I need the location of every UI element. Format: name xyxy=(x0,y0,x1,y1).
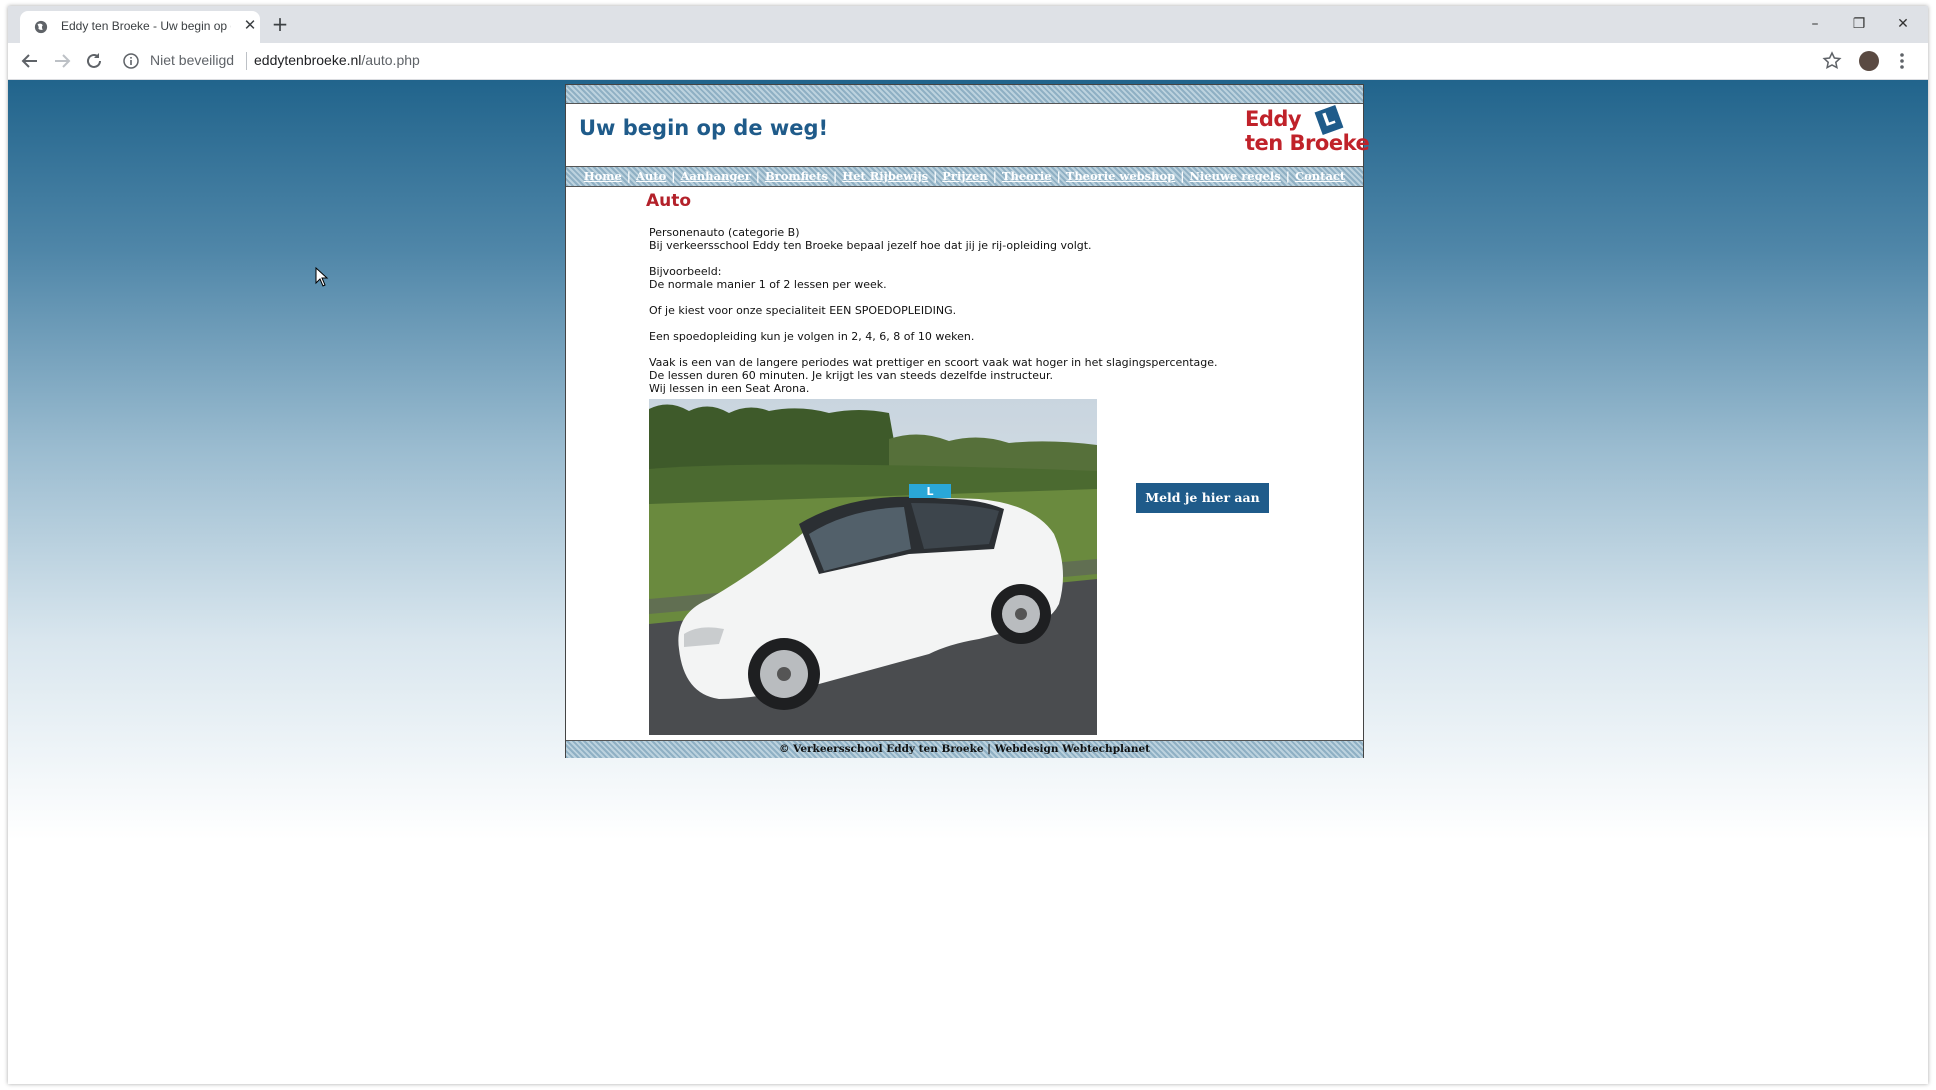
profile-avatar[interactable] xyxy=(1859,51,1879,71)
new-tab-button[interactable]: + xyxy=(270,14,290,35)
nav-separator: | xyxy=(833,169,838,183)
content-line: Personenauto (categorie B) xyxy=(649,226,800,239)
address-bar[interactable]: eddytenbroeke.nl/auto.php xyxy=(254,52,420,68)
nav-link-contact[interactable]: Contact xyxy=(1295,169,1345,183)
car-photo: L xyxy=(649,399,1097,735)
nav-link-home[interactable]: Home xyxy=(584,169,622,183)
content-line: Vaak is een van de langere periodes wat … xyxy=(649,356,1218,369)
nav-separator: | xyxy=(1056,169,1061,183)
content-line: De normale manier 1 of 2 lessen per week… xyxy=(649,278,887,291)
nav-link-auto[interactable]: Auto xyxy=(636,169,666,183)
url-host: eddytenbroeke.nl xyxy=(254,52,362,68)
nav-separator: | xyxy=(933,169,938,183)
back-icon[interactable] xyxy=(18,49,42,73)
security-label[interactable]: Niet beveiligd xyxy=(150,52,234,68)
content-line: Of je kiest voor onze specialiteit EEN S… xyxy=(649,304,957,317)
content-line: De lessen duren 60 minuten. Je krijgt le… xyxy=(649,369,1053,382)
site-logo[interactable]: Eddy L ten Broeke xyxy=(1245,104,1370,157)
page-viewport: Uw begin op de weg! Eddy L ten Broeke Ho… xyxy=(8,80,1928,1084)
svg-text:L: L xyxy=(926,485,933,498)
signup-button[interactable]: Meld je hier aan xyxy=(1136,483,1269,513)
content-line: Wij lessen in een Seat Arona. xyxy=(649,382,810,395)
page-content: Personenauto (categorie B) Bij verkeerssc… xyxy=(649,226,1289,408)
info-icon[interactable] xyxy=(122,52,140,70)
content-paragraph: Personenauto (categorie B) Bij verkeerssc… xyxy=(649,226,1289,252)
nav-separator: | xyxy=(671,169,676,183)
close-tab-icon[interactable]: ✕ xyxy=(242,17,258,33)
nav-separator: | xyxy=(1180,169,1185,183)
browser-toolbar: Niet beveiligd eddytenbroeke.nl/auto.php xyxy=(8,43,1928,80)
url-separator xyxy=(246,52,247,70)
content-paragraph: Vaak is een van de langere periodes wat … xyxy=(649,356,1289,395)
restore-icon[interactable]: ❐ xyxy=(1844,12,1874,36)
page-title: Auto xyxy=(646,191,692,211)
main-nav: Home | Auto | Aanhanger | Bromfiets | Het Rijbew… xyxy=(566,166,1363,187)
top-stripe xyxy=(566,85,1363,104)
globe-icon xyxy=(34,20,48,34)
browser-window: Eddy ten Broeke - Uw begin op de weg! ✕ … xyxy=(8,6,1928,1084)
url-path: /auto.php xyxy=(361,52,420,68)
forward-icon[interactable] xyxy=(50,49,74,73)
menu-kebab-icon[interactable] xyxy=(1894,49,1910,73)
browser-tab[interactable]: Eddy ten Broeke - Uw begin op de weg! ✕ xyxy=(20,11,260,43)
nav-link-nieuwe-regels[interactable]: Nieuwe regels xyxy=(1189,169,1280,183)
nav-link-prijzen[interactable]: Prijzen xyxy=(942,169,987,183)
logo-text-line1: Eddy xyxy=(1245,107,1302,131)
content-line: Bijvoorbeeld: xyxy=(649,265,722,278)
tab-strip: Eddy ten Broeke - Uw begin op de weg! ✕ … xyxy=(8,6,1928,43)
content-line: Een spoedopleiding kun je volgen in 2, 4… xyxy=(649,330,975,343)
site-slogan: Uw begin op de weg! xyxy=(579,116,829,140)
nav-link-theorie[interactable]: Theorie xyxy=(1002,169,1052,183)
nav-link-theorie-webshop[interactable]: Theorie webshop xyxy=(1066,169,1175,183)
content-paragraph: Bijvoorbeeld: De normale manier 1 of 2 le… xyxy=(649,265,1289,291)
close-window-icon[interactable]: ✕ xyxy=(1888,12,1918,36)
reload-icon[interactable] xyxy=(82,49,106,73)
content-paragraph: Een spoedopleiding kun je volgen in 2, 4… xyxy=(649,330,1289,343)
nav-separator: | xyxy=(1285,169,1290,183)
site-footer: © Verkeersschool Eddy ten Broeke | Webde… xyxy=(566,740,1363,758)
nav-separator: | xyxy=(626,169,631,183)
content-paragraph: Of je kiest voor onze specialiteit EEN S… xyxy=(649,304,1289,317)
tab-title: Eddy ten Broeke - Uw begin op de weg! xyxy=(61,19,231,33)
content-line: Bij verkeersschool Eddy ten Broeke bepaa… xyxy=(649,239,1092,252)
nav-link-bromfiets[interactable]: Bromfiets xyxy=(765,169,828,183)
nav-link-aanhanger[interactable]: Aanhanger xyxy=(680,169,750,183)
bookmark-star-icon[interactable] xyxy=(1820,49,1844,73)
site-container: Uw begin op de weg! Eddy L ten Broeke Ho… xyxy=(565,84,1370,758)
mouse-cursor-icon xyxy=(315,267,329,287)
logo-text-line2: ten Broeke xyxy=(1245,131,1370,155)
nav-link-het-rijbewijs[interactable]: Het Rijbewijs xyxy=(842,169,928,183)
minimize-icon[interactable]: – xyxy=(1800,12,1830,36)
nav-separator: | xyxy=(992,169,997,183)
nav-separator: | xyxy=(755,169,760,183)
